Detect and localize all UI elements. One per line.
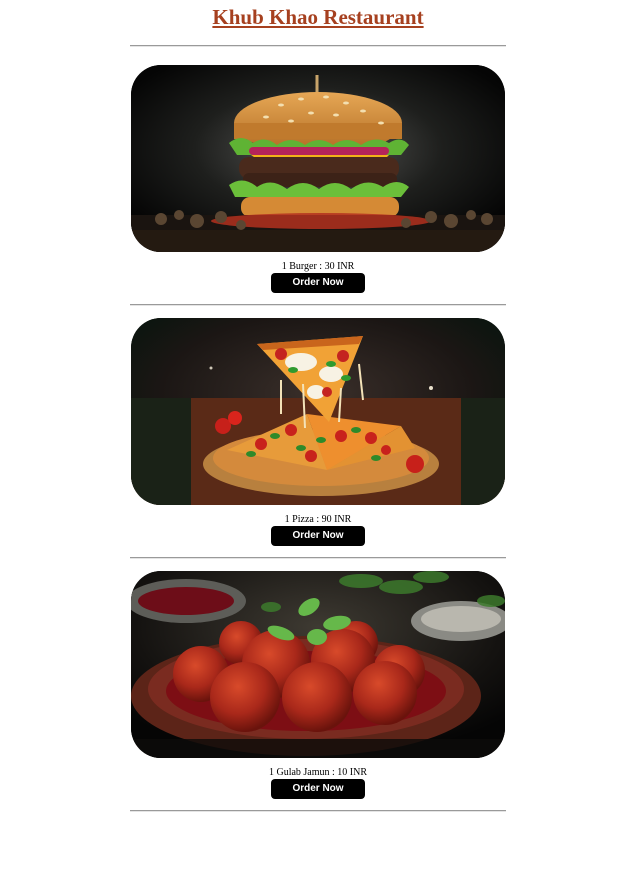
divider: [130, 304, 506, 306]
item-caption: 1 Burger : 30 INR: [281, 261, 355, 272]
menu-item-gulab-jamun: 1 Gulab Jamun : 10 INR Order Now: [0, 571, 636, 799]
divider: [130, 45, 506, 47]
item-caption: 1 Pizza : 90 INR: [284, 514, 352, 525]
divider: [130, 810, 506, 812]
page-title: Khub Khao Restaurant: [212, 5, 424, 29]
gulab-jamun-image: [131, 571, 505, 758]
item-caption: 1 Gulab Jamun : 10 INR: [268, 767, 368, 778]
order-now-button[interactable]: Order Now: [271, 779, 365, 799]
menu-item-pizza: 1 Pizza : 90 INR Order Now: [0, 318, 636, 546]
menu-item-burger: 1 Burger : 30 INR Order Now: [0, 65, 636, 293]
order-now-button[interactable]: Order Now: [271, 526, 365, 546]
divider: [130, 557, 506, 559]
burger-image: [131, 65, 505, 252]
page: Khub Khao Restaurant 1 Burger: 30 INR O…: [0, 0, 636, 812]
order-now-button[interactable]: Order Now: [271, 273, 365, 293]
pizza-image: [131, 318, 505, 505]
